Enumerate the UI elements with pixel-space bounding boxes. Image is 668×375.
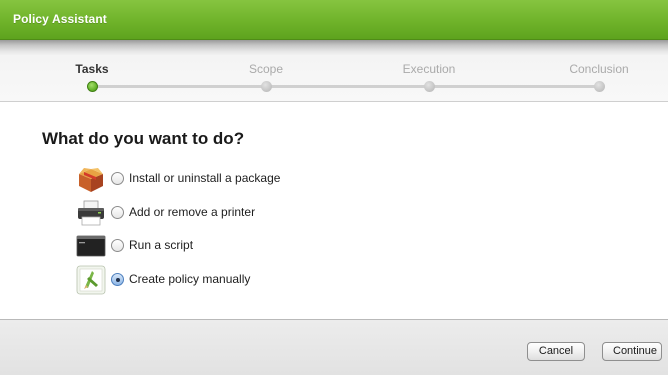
printer-icon — [76, 198, 106, 228]
continue-button[interactable]: Continue — [602, 342, 662, 361]
option-label-run-script[interactable]: Run a script — [129, 238, 193, 252]
radio-run-script[interactable] — [111, 239, 124, 252]
page-heading: What do you want to do? — [42, 129, 245, 148]
manual-policy-icon — [76, 265, 106, 295]
option-printer[interactable]: Add or remove a printer — [76, 198, 476, 228]
step-progress-track — [92, 85, 598, 88]
radio-printer[interactable] — [111, 206, 124, 219]
option-label-create-policy-manually[interactable]: Create policy manually — [129, 272, 250, 286]
option-label-install-package[interactable]: Install or uninstall a package — [129, 171, 280, 185]
option-label-printer[interactable]: Add or remove a printer — [129, 205, 255, 219]
step-progress-bar: Tasks Scope Execution Conclusion — [0, 55, 668, 102]
package-box-icon — [76, 164, 106, 194]
step-indicator-execution — [423, 81, 435, 92]
cancel-button[interactable]: Cancel — [527, 342, 585, 361]
step-indicator-conclusion — [593, 81, 605, 92]
terminal-script-icon — [76, 231, 106, 261]
radio-install-package[interactable] — [111, 172, 124, 185]
window-title: Policy Assistant — [13, 12, 107, 26]
option-create-policy-manually[interactable]: Create policy manually — [76, 265, 476, 295]
step-indicator-scope — [260, 81, 272, 92]
step-label-conclusion: Conclusion — [569, 62, 629, 76]
option-run-script[interactable]: Run a script — [76, 231, 476, 261]
option-install-package[interactable]: Install or uninstall a package — [76, 164, 476, 194]
main-content: What do you want to do? Install or unins… — [0, 102, 668, 319]
title-bar: Policy Assistant — [0, 0, 668, 40]
step-label-scope: Scope — [248, 62, 284, 76]
step-label-tasks: Tasks — [75, 62, 109, 76]
step-indicator-tasks — [86, 81, 98, 92]
radio-create-policy-manually[interactable] — [111, 273, 124, 286]
header-shadow-divider — [0, 40, 668, 55]
footer-bar: Cancel Continue — [0, 319, 668, 375]
step-label-execution: Execution — [402, 62, 456, 76]
